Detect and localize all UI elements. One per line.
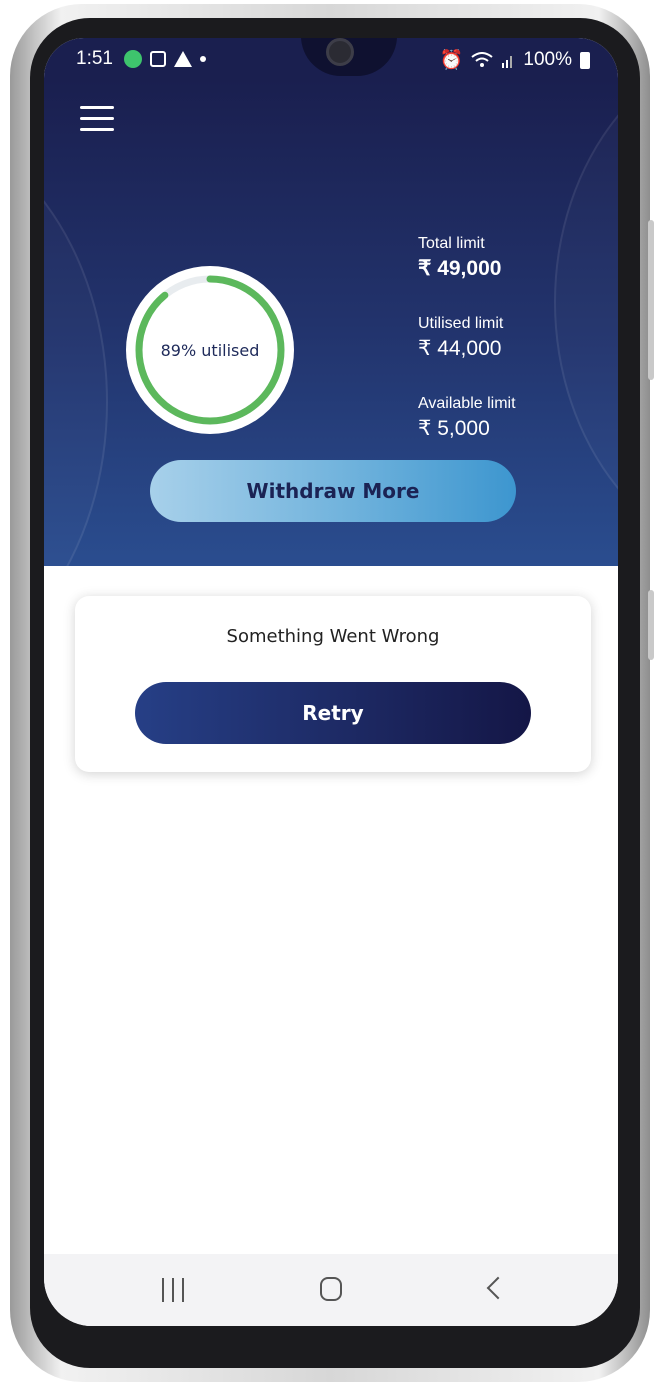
total-limit-label: Total limit (418, 235, 485, 252)
limit-header: 89% utilised Total limit ₹ 49,000 Utilis… (44, 80, 618, 566)
status-left-icons (124, 50, 206, 68)
available-limit-value: ₹ 5,000 (418, 417, 490, 440)
phone-screen: 89% utilised Total limit ₹ 49,000 Utilis… (44, 38, 618, 1326)
decorative-arc-left (44, 120, 108, 566)
alarm-icon: ⏰ (439, 50, 464, 71)
dot-icon (200, 56, 206, 62)
error-card: Something Went Wrong Retry (75, 596, 591, 772)
battery-icon (580, 51, 590, 69)
utilisation-ring: 89% utilised (126, 266, 294, 434)
back-icon[interactable] (486, 1276, 510, 1300)
note-icon (150, 51, 166, 67)
power-button (648, 590, 654, 660)
front-camera (326, 38, 354, 66)
decorative-arc-right (554, 80, 618, 564)
retry-button[interactable]: Retry (135, 682, 531, 744)
available-limit-label: Available limit (418, 395, 516, 412)
status-bar: 1:51 ⏰ 100% (44, 38, 618, 80)
available-limit: Available limit ₹ 5,000 (418, 394, 516, 442)
utilisation-label: 89% utilised (160, 340, 260, 360)
wifi-icon (471, 52, 494, 67)
utilised-limit-label: Utilised limit (418, 315, 504, 332)
total-limit-value: ₹ 49,000 (418, 257, 502, 280)
total-limit: Total limit ₹ 49,000 (418, 234, 516, 282)
app-notification-icon (124, 50, 142, 68)
volume-button (648, 220, 654, 380)
withdraw-more-button[interactable]: Withdraw More (150, 460, 516, 522)
recent-apps-icon[interactable] (162, 1278, 184, 1302)
utilised-limit-value: ₹ 44,000 (418, 337, 502, 360)
warning-icon (174, 51, 192, 67)
error-message: Something Went Wrong (226, 626, 440, 647)
signal-icon (502, 56, 513, 68)
status-time: 1:51 (76, 48, 113, 69)
limits-panel: Total limit ₹ 49,000 Utilised limit ₹ 44… (418, 234, 516, 474)
utilised-limit: Utilised limit ₹ 44,000 (418, 314, 516, 362)
status-right-icons: ⏰ 100% (440, 48, 590, 72)
system-nav-bar (44, 1254, 618, 1326)
home-icon[interactable] (320, 1277, 342, 1301)
battery-percent: 100% (523, 49, 572, 70)
hamburger-menu-icon[interactable] (80, 106, 114, 136)
